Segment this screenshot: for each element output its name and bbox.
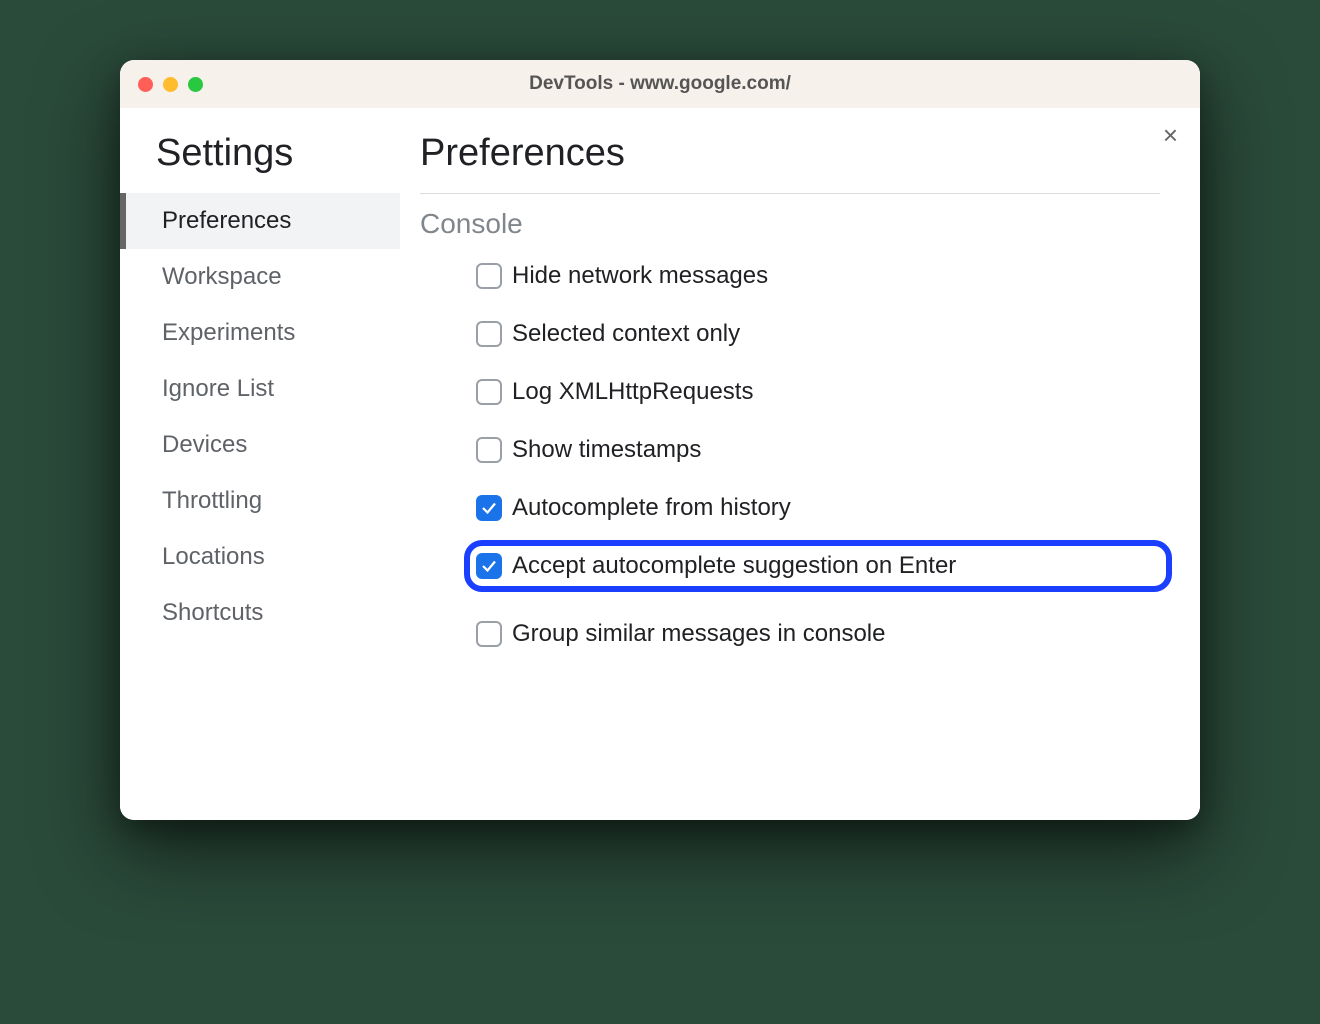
main-panel: Preferences Console Hide network message… xyxy=(400,108,1200,820)
window-maximize-button[interactable] xyxy=(188,77,203,92)
sidebar-item-label: Experiments xyxy=(162,319,295,346)
devtools-settings-window: DevTools - www.google.com/ × Settings Pr… xyxy=(120,60,1200,820)
section-title: Console xyxy=(420,208,1160,240)
option-label: Group similar messages in console xyxy=(512,620,886,648)
checkbox[interactable] xyxy=(476,379,502,405)
option-label: Accept autocomplete suggestion on Enter xyxy=(512,552,956,580)
sidebar-item-label: Shortcuts xyxy=(162,599,263,626)
option-row: Selected context only xyxy=(476,320,1160,348)
content-area: × Settings Preferences Workspace Experimen… xyxy=(120,108,1200,820)
sidebar-item-workspace[interactable]: Workspace xyxy=(120,249,400,305)
sidebar-item-ignore-list[interactable]: Ignore List xyxy=(120,361,400,417)
window-close-button[interactable] xyxy=(138,77,153,92)
titlebar: DevTools - www.google.com/ xyxy=(120,60,1200,108)
sidebar-item-label: Throttling xyxy=(162,487,262,514)
checkbox[interactable] xyxy=(476,495,502,521)
sidebar-item-label: Devices xyxy=(162,431,247,458)
options-list: Hide network messages Selected context on… xyxy=(420,262,1160,648)
checkbox[interactable] xyxy=(476,437,502,463)
sidebar-items: Preferences Workspace Experiments Ignore Li… xyxy=(120,193,400,641)
close-icon[interactable]: × xyxy=(1163,122,1178,148)
option-row: Accept autocomplete suggestion on Enter xyxy=(476,552,1160,580)
sidebar-item-label: Ignore List xyxy=(162,375,274,402)
traffic-lights xyxy=(138,77,203,92)
sidebar-item-locations[interactable]: Locations xyxy=(120,529,400,585)
sidebar-item-devices[interactable]: Devices xyxy=(120,417,400,473)
option-label: Autocomplete from history xyxy=(512,494,791,522)
option-row: Autocomplete from history xyxy=(476,494,1160,522)
checkbox[interactable] xyxy=(476,553,502,579)
option-label: Hide network messages xyxy=(512,262,768,290)
option-label: Show timestamps xyxy=(512,436,701,464)
checkbox[interactable] xyxy=(476,263,502,289)
window-minimize-button[interactable] xyxy=(163,77,178,92)
sidebar-item-preferences[interactable]: Preferences xyxy=(120,193,400,249)
option-label: Log XMLHttpRequests xyxy=(512,378,753,406)
page-title: Preferences xyxy=(420,132,1160,175)
sidebar-item-shortcuts[interactable]: Shortcuts xyxy=(120,585,400,641)
sidebar: Settings Preferences Workspace Experiments… xyxy=(120,108,400,820)
sidebar-title: Settings xyxy=(120,132,400,175)
checkbox[interactable] xyxy=(476,321,502,347)
sidebar-item-label: Workspace xyxy=(162,263,282,290)
option-row: Show timestamps xyxy=(476,436,1160,464)
option-row: Group similar messages in console xyxy=(476,620,1160,648)
sidebar-item-label: Locations xyxy=(162,543,265,570)
option-row: Log XMLHttpRequests xyxy=(476,378,1160,406)
option-label: Selected context only xyxy=(512,320,740,348)
checkbox[interactable] xyxy=(476,621,502,647)
sidebar-item-experiments[interactable]: Experiments xyxy=(120,305,400,361)
sidebar-item-label: Preferences xyxy=(162,207,291,234)
sidebar-item-throttling[interactable]: Throttling xyxy=(120,473,400,529)
window-title: DevTools - www.google.com/ xyxy=(120,73,1200,95)
divider xyxy=(420,193,1160,194)
option-row: Hide network messages xyxy=(476,262,1160,290)
